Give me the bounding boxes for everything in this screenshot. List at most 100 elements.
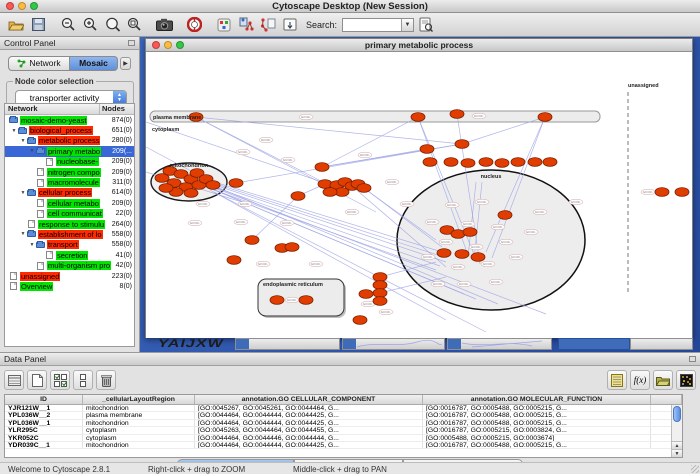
network-node[interactable] xyxy=(420,145,434,154)
zoom-in-icon[interactable] xyxy=(80,15,100,35)
table-cell[interactable]: [GO:0016787, GO:0005488, GO:0005215, G..… xyxy=(423,420,651,426)
float-panel-icon[interactable] xyxy=(689,356,696,362)
attribute-matrix-icon[interactable] xyxy=(676,370,696,390)
import-attributes-icon[interactable] xyxy=(653,370,673,390)
annotate-nodes-icon[interactable] xyxy=(236,15,256,35)
table-row[interactable]: YPL036W__1mitochondrion[GO:0044464, GO:0… xyxy=(5,420,682,427)
plasma-membrane-region[interactable] xyxy=(150,111,600,122)
background-window-sliver[interactable] xyxy=(630,338,693,350)
network-node[interactable] xyxy=(373,281,387,290)
network-node[interactable] xyxy=(444,158,458,167)
zoom-region-icon[interactable] xyxy=(124,15,144,35)
network-node[interactable] xyxy=(411,113,425,122)
annotate-edges-icon[interactable] xyxy=(258,15,278,35)
table-cell[interactable]: YPL036W__1 xyxy=(5,420,83,426)
save-session-icon[interactable] xyxy=(28,15,48,35)
table-cell[interactable]: [GO:0044464, GO:0044446, GO:0044444, G..… xyxy=(195,435,423,441)
report-page-icon[interactable] xyxy=(280,15,300,35)
expander-icon[interactable]: ▼ xyxy=(20,138,26,144)
network-node[interactable] xyxy=(423,158,437,167)
table-row[interactable]: YKR052Ccytoplasm[GO:0044464, GO:0044446,… xyxy=(5,435,682,442)
tree-row[interactable]: ▼biological_process651(0) xyxy=(5,125,134,135)
network-window[interactable]: primary metabolic process GO:00..GO:00..… xyxy=(145,38,693,338)
tree-row-label[interactable]: response to stimulu xyxy=(38,220,105,229)
snapshot-icon[interactable] xyxy=(154,15,174,35)
network-node[interactable] xyxy=(373,273,387,282)
scroll-down-icon[interactable]: ▼ xyxy=(672,449,682,457)
background-window-sliver[interactable] xyxy=(235,338,340,350)
function-builder-icon[interactable]: f(x) xyxy=(630,370,650,390)
tree-row-label[interactable]: nucleobase- xyxy=(56,157,99,166)
tree-row[interactable]: ▼cellular process614(0) xyxy=(5,188,134,198)
background-window-sliver[interactable] xyxy=(447,338,552,350)
tree-row-label[interactable]: multi-organism pro xyxy=(47,261,111,270)
tree-row[interactable]: response to stimulu264(0) xyxy=(5,219,134,229)
table-row[interactable]: YDR039C__1mitochondrion[GO:0044464, GO:0… xyxy=(5,442,682,449)
table-cell[interactable]: YLR295C xyxy=(5,427,83,433)
network-window-titlebar[interactable]: primary metabolic process xyxy=(146,39,692,52)
network-node[interactable] xyxy=(299,296,313,305)
network-node[interactable] xyxy=(455,250,469,259)
tree-row[interactable]: ▼primary metabo209(... xyxy=(5,146,134,156)
tree-row[interactable]: nitrogen compo209(0) xyxy=(5,167,134,177)
network-node[interactable] xyxy=(206,181,220,190)
tree-col-nodes[interactable]: Nodes xyxy=(100,104,134,114)
network-node[interactable] xyxy=(461,159,475,168)
search-input[interactable] xyxy=(343,19,401,31)
table-column-header[interactable]: annotation.GO MOLECULAR_FUNCTION xyxy=(423,395,651,404)
table-cell[interactable]: [GO:0016787, GO:0005488, GO:0005215, G..… xyxy=(423,412,651,418)
table-column-header[interactable]: _cellularLayoutRegion xyxy=(83,395,195,404)
tree-row[interactable]: multi-organism pro42(0) xyxy=(5,260,134,270)
tree-row-label[interactable]: cellular metabo xyxy=(47,199,100,208)
advanced-search-icon[interactable] xyxy=(416,15,436,35)
table-cell[interactable]: [GO:0045263, GO:0044464, GO:0044455, G..… xyxy=(195,427,423,433)
network-node[interactable] xyxy=(479,158,493,167)
scroll-up-icon[interactable]: ▲ xyxy=(672,441,682,449)
background-window-sliver[interactable] xyxy=(342,338,445,350)
edge[interactable] xyxy=(322,117,418,167)
tree-row-label[interactable]: cell communicat xyxy=(47,209,103,218)
network-node[interactable] xyxy=(184,189,198,198)
network-modify-icon[interactable] xyxy=(214,15,234,35)
network-node[interactable] xyxy=(543,158,557,167)
tab-mosaic[interactable]: Mosaic xyxy=(70,56,118,71)
table-column-header[interactable]: annotation.GO CELLULAR_COMPONENT xyxy=(195,395,423,404)
table-cell[interactable]: YKR052C xyxy=(5,435,83,441)
network-node[interactable] xyxy=(285,243,299,252)
network-node[interactable] xyxy=(495,159,509,168)
tree-row-label[interactable]: transport xyxy=(47,240,79,249)
network-node[interactable] xyxy=(359,290,373,299)
table-cell[interactable]: [GO:0044464, GO:0044444, GO:0044425, G..… xyxy=(195,420,423,426)
table-row[interactable]: YPL036W__2plasma membrane[GO:0044464, GO… xyxy=(5,412,682,419)
table-column-header[interactable]: ID xyxy=(5,395,83,404)
delete-attribute-icon[interactable] xyxy=(96,370,116,390)
network-node[interactable] xyxy=(471,253,485,262)
network-node[interactable] xyxy=(528,158,542,167)
tree-row-label[interactable]: primary metabo xyxy=(47,147,101,156)
tree-row[interactable]: secretion41(0) xyxy=(5,250,134,260)
table-row[interactable]: YJR121W__1mitochondrion[GO:0045267, GO:0… xyxy=(5,405,682,412)
table-cell[interactable]: cytoplasm xyxy=(83,435,195,441)
background-window-sliver[interactable] xyxy=(558,338,630,350)
tree-row-label[interactable]: nitrogen compo xyxy=(47,168,101,177)
tree-row[interactable]: ▼establishment of lo558(0) xyxy=(5,229,134,239)
network-node[interactable] xyxy=(373,297,387,306)
tree-row[interactable]: cellular metabo209(0) xyxy=(5,198,134,208)
scrollbar-thumb[interactable] xyxy=(673,406,681,422)
network-node[interactable] xyxy=(437,249,451,258)
network-node[interactable] xyxy=(373,289,387,298)
tree-row[interactable]: ▼metabolic process280(0) xyxy=(5,136,134,146)
attribute-table-icon[interactable] xyxy=(4,370,24,390)
table-cell[interactable]: [GO:0016787, GO:0005488, GO:0005215, G..… xyxy=(423,442,651,448)
network-node[interactable] xyxy=(538,113,552,122)
network-node[interactable] xyxy=(655,188,669,197)
tab-network[interactable]: Network xyxy=(8,56,70,71)
tree-row-label[interactable]: secretion xyxy=(56,251,88,260)
search-combobox[interactable]: ▼ xyxy=(342,18,414,32)
network-node[interactable] xyxy=(227,256,241,265)
float-panel-icon[interactable] xyxy=(128,40,135,46)
table-cell[interactable]: mitochondrion xyxy=(83,420,195,426)
tree-row-label[interactable]: establishment of lo xyxy=(38,230,103,239)
table-cell[interactable]: YDR039C__1 xyxy=(5,442,83,448)
network-node[interactable] xyxy=(291,192,305,201)
